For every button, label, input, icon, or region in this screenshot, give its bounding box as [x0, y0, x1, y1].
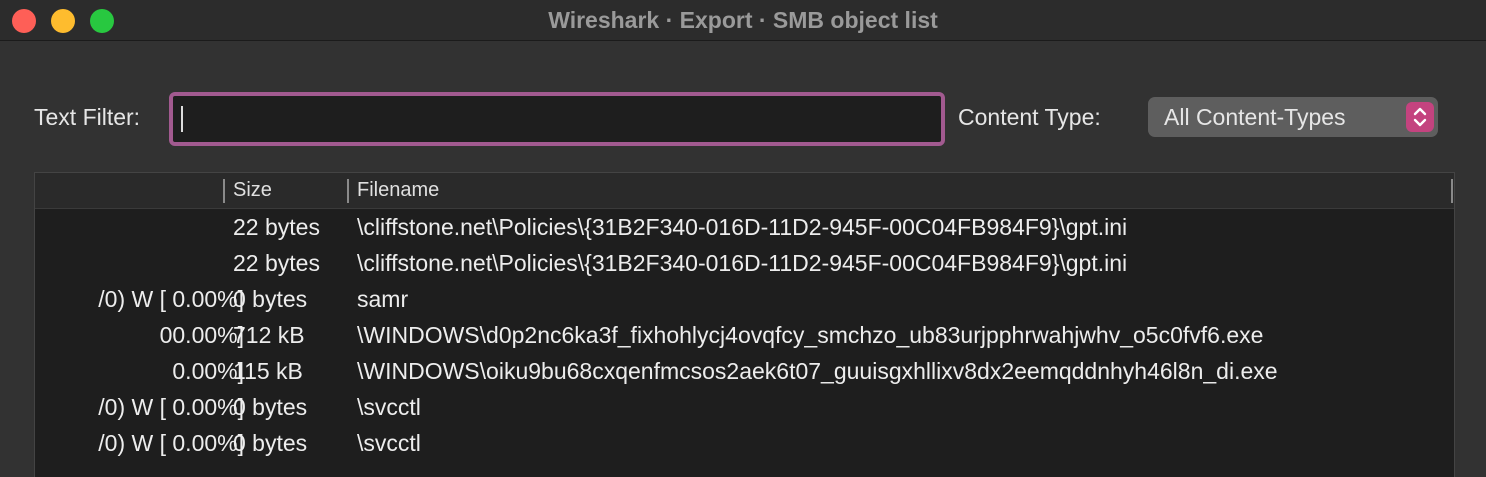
- text-filter-input[interactable]: [173, 96, 941, 142]
- cell-size: 115 kB: [233, 358, 303, 384]
- table-header: Size Filename: [35, 173, 1454, 209]
- column-resize-handle[interactable]: [223, 179, 225, 203]
- cell-filename: \cliffstone.net\Policies\{31B2F340-016D-…: [357, 214, 1128, 240]
- table-row[interactable]: 00.00%] 712 kB \WINDOWS\d0p2nc6ka3f_fixh…: [35, 317, 1454, 353]
- window-title: Wireshark · Export · SMB object list: [548, 7, 938, 33]
- cell-packet: 00.00%]: [159, 322, 244, 348]
- cell-size: 712 kB: [233, 322, 305, 348]
- smb-object-table[interactable]: Size Filename 22 bytes \cliffstone.net\P…: [34, 172, 1455, 477]
- table-row[interactable]: /0) W [ 0.00%] 0 bytes \svcctl: [35, 425, 1454, 461]
- text-filter-field[interactable]: [169, 92, 945, 146]
- cell-filename: \WINDOWS\d0p2nc6ka3f_fixhohlycj4ovqfcy_s…: [357, 322, 1264, 348]
- text-filter-label: Text Filter:: [34, 104, 141, 130]
- cell-filename: \cliffstone.net\Policies\{31B2F340-016D-…: [357, 250, 1128, 276]
- table-row[interactable]: /0) W [ 0.00%] 0 bytes samr: [35, 281, 1454, 317]
- table-row[interactable]: 0.00%] 115 kB \WINDOWS\oiku9bu68cxqenfmc…: [35, 353, 1454, 389]
- cell-size: 22 bytes: [233, 250, 320, 276]
- text-cursor: [181, 106, 183, 132]
- table-row[interactable]: 22 bytes \cliffstone.net\Policies\{31B2F…: [35, 209, 1454, 245]
- titlebar-divider: [0, 40, 1486, 41]
- cell-size: 0 bytes: [233, 286, 308, 312]
- cell-packet: /0) W [ 0.00%]: [98, 430, 244, 456]
- content-type-label: Content Type:: [958, 104, 1101, 130]
- column-resize-handle[interactable]: [1451, 179, 1453, 203]
- table-row[interactable]: 22 bytes \cliffstone.net\Policies\{31B2F…: [35, 245, 1454, 281]
- table-row[interactable]: /0) W [ 0.00%] 0 bytes \svcctl: [35, 389, 1454, 425]
- title-bar: Wireshark · Export · SMB object list: [0, 0, 1486, 40]
- cell-size: 22 bytes: [233, 214, 320, 240]
- cell-filename: \WINDOWS\oiku9bu68cxqenfmcsos2aek6t07_gu…: [357, 358, 1278, 384]
- cell-filename: \svcctl: [357, 394, 421, 420]
- cell-size: 0 bytes: [233, 430, 308, 456]
- cell-packet: /0) W [ 0.00%]: [98, 394, 244, 420]
- content-type-select[interactable]: All Content-Types: [1148, 97, 1438, 137]
- column-header-size[interactable]: Size: [233, 179, 272, 202]
- cell-filename: \svcctl: [357, 430, 421, 456]
- cell-packet: /0) W [ 0.00%]: [98, 286, 244, 312]
- cell-filename: samr: [357, 286, 409, 312]
- cell-size: 0 bytes: [233, 394, 308, 420]
- chevron-up-down-icon[interactable]: [1406, 102, 1434, 132]
- content-type-selected-value: All Content-Types: [1164, 104, 1346, 130]
- column-header-filename[interactable]: Filename: [357, 179, 439, 202]
- column-resize-handle[interactable]: [347, 179, 349, 203]
